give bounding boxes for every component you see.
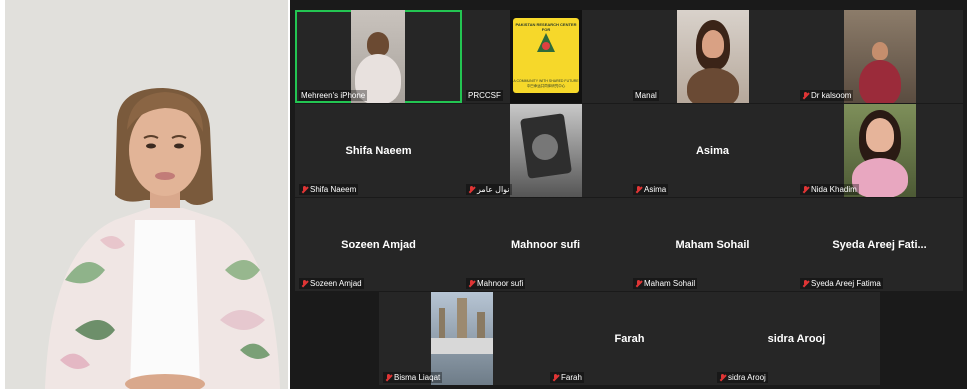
- participant-name-label: Shifa Naeem: [299, 184, 359, 195]
- participant-name: Nida Khadim: [811, 185, 857, 194]
- participant-name: Shifa Naeem: [310, 185, 357, 194]
- participant-tile[interactable]: نوال عامر: [462, 104, 629, 197]
- active-speaker-video[interactable]: [5, 0, 288, 389]
- participant-name: Maham Sohail: [644, 279, 696, 288]
- participant-tile[interactable]: Sozeen Amjad Sozeen Amjad: [295, 198, 462, 291]
- participant-name-label: Mehreen's iPhone: [299, 90, 368, 101]
- participant-display-name: Asima: [695, 144, 730, 157]
- participant-name-label: Maham Sohail: [633, 278, 698, 289]
- participant-display-name: Syeda Areej Fati...: [832, 238, 927, 251]
- participant-name: نوال عامر: [477, 185, 510, 194]
- participant-tile[interactable]: Nida Khadim: [796, 104, 963, 197]
- participant-display-name: sidra Arooj: [767, 332, 826, 345]
- participant-grid: Mehreen's iPhone PAKISTAN RESEARCH CENTE…: [290, 0, 967, 389]
- participant-name-label: sidra Arooj: [717, 372, 768, 383]
- mic-muted-icon: [468, 279, 475, 288]
- participant-name: Bisma Liaqat: [394, 373, 441, 382]
- participant-name: Mahnoor sufi: [477, 279, 524, 288]
- participant-display-name: Sozeen Amjad: [341, 238, 416, 251]
- mic-muted-icon: [468, 185, 475, 194]
- participant-tile[interactable]: Farah Farah: [546, 292, 713, 385]
- participant-name-label: Manal: [633, 90, 659, 101]
- participant-name: PRCCSF: [468, 91, 501, 100]
- participant-name-label: Asima: [633, 184, 669, 195]
- participant-display-name: Farah: [614, 332, 645, 345]
- participant-tile[interactable]: Bisma Liaqat: [379, 292, 546, 385]
- participant-display-name: Shifa Naeem: [345, 144, 412, 157]
- participant-name-label: Farah: [550, 372, 584, 383]
- participant-name: Manal: [635, 91, 657, 100]
- participant-tile[interactable]: Maham Sohail Maham Sohail: [629, 198, 796, 291]
- participant-display-name: Mahnoor sufi: [510, 238, 581, 251]
- participant-name: Dr kalsoom: [811, 91, 852, 100]
- participant-name-label: Nida Khadim: [800, 184, 859, 195]
- participant-tile[interactable]: Dr kalsoom: [796, 10, 963, 103]
- participant-name-label: Sozeen Amjad: [299, 278, 364, 289]
- participant-tile[interactable]: Mahnoor sufi Mahnoor sufi: [462, 198, 629, 291]
- participant-tile[interactable]: Manal: [629, 10, 796, 103]
- mic-muted-icon: [802, 185, 809, 194]
- logo-line: 中巴命运共同体研究中心: [526, 84, 566, 88]
- participant-name: Farah: [561, 373, 582, 382]
- participant-tile[interactable]: PAKISTAN RESEARCH CENTER FOR A COMMUNITY…: [462, 10, 629, 103]
- participant-name-label: نوال عامر: [466, 184, 512, 195]
- participant-name: Mehreen's iPhone: [301, 91, 366, 100]
- speaker-figure: [5, 0, 288, 389]
- participant-name-label: Syeda Areej Fatima: [800, 278, 883, 289]
- participant-name-label: Dr kalsoom: [800, 90, 854, 101]
- mic-muted-icon: [552, 373, 559, 382]
- participant-tile[interactable]: Shifa Naeem Shifa Naeem: [295, 104, 462, 197]
- participant-tile[interactable]: sidra Arooj sidra Arooj: [713, 292, 880, 385]
- participant-name: Syeda Areej Fatima: [811, 279, 881, 288]
- participant-tile[interactable]: Syeda Areej Fati... Syeda Areej Fatima: [796, 198, 963, 291]
- participant-name: Sozeen Amjad: [310, 279, 362, 288]
- prccsf-logo: PAKISTAN RESEARCH CENTER FOR A COMMUNITY…: [513, 18, 579, 93]
- participant-name: sidra Arooj: [728, 373, 766, 382]
- mic-muted-icon: [719, 373, 726, 382]
- mic-muted-icon: [802, 91, 809, 100]
- mic-muted-icon: [635, 185, 642, 194]
- logo-line: A COMMUNITY WITH SHARED FUTURE: [513, 79, 579, 83]
- logo-emblem: [537, 33, 555, 52]
- mic-muted-icon: [301, 279, 308, 288]
- participant-name-label: PRCCSF: [466, 90, 503, 101]
- mic-muted-icon: [802, 279, 809, 288]
- participant-display-name: Maham Sohail: [675, 238, 750, 251]
- participant-video: PAKISTAN RESEARCH CENTER FOR A COMMUNITY…: [510, 10, 582, 103]
- participant-name-label: Bisma Liaqat: [383, 372, 443, 383]
- participant-video: [677, 10, 749, 103]
- participant-tile[interactable]: Mehreen's iPhone: [295, 10, 462, 103]
- participant-name: Asima: [644, 185, 667, 194]
- participant-tile[interactable]: Asima Asima: [629, 104, 796, 197]
- mic-muted-icon: [385, 373, 392, 382]
- participant-name-label: Mahnoor sufi: [466, 278, 526, 289]
- participant-video: [510, 104, 582, 197]
- participant-video: [844, 10, 916, 103]
- mic-muted-icon: [301, 185, 308, 194]
- mic-muted-icon: [635, 279, 642, 288]
